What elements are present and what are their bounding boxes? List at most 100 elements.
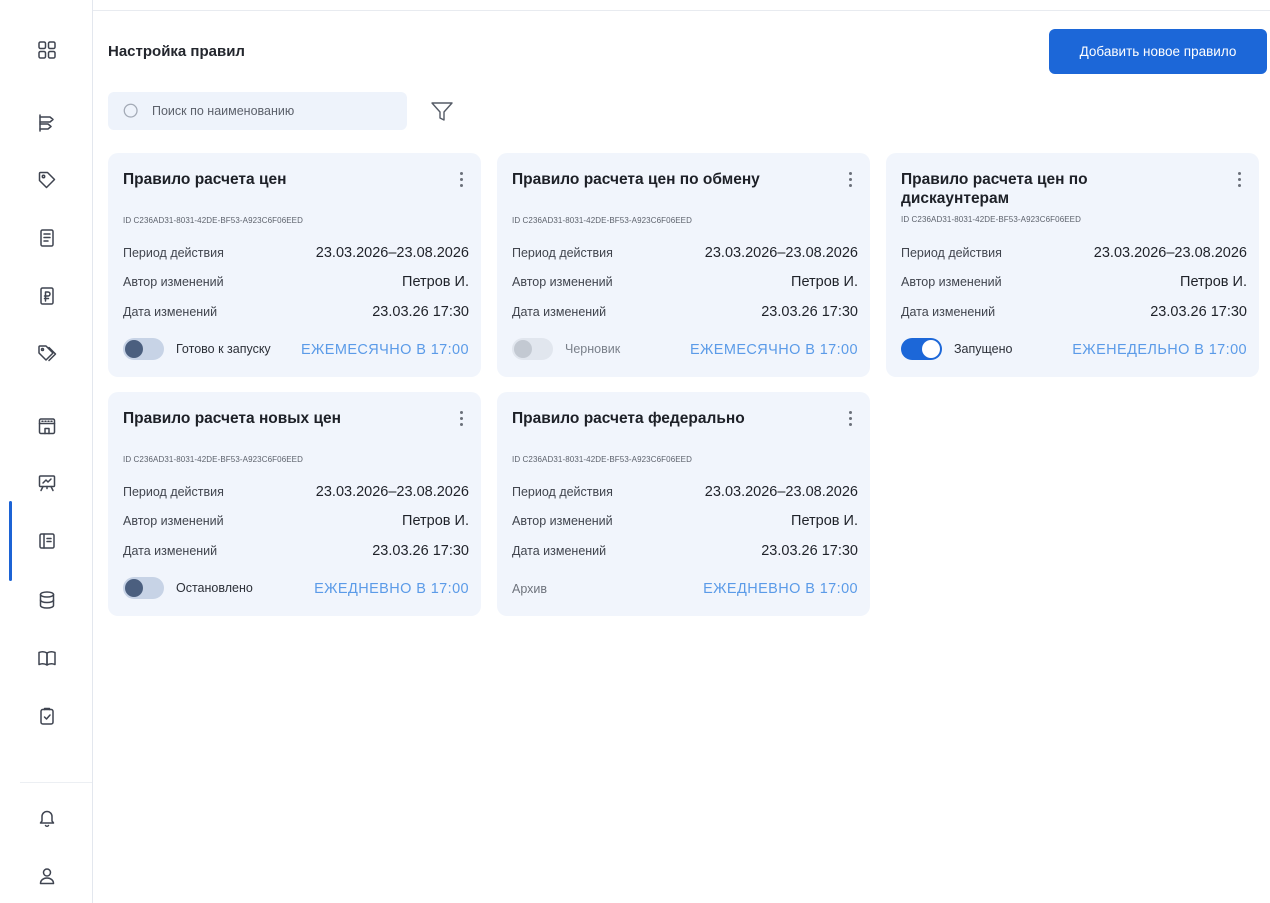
dot-icon [459,410,463,414]
date-label: Дата изменений [123,305,218,319]
dot-icon [848,410,852,414]
date-value: 23.03.26 17:30 [372,543,469,559]
toggle-knob [125,340,143,358]
add-rule-button[interactable]: Добавить новое правило [1049,29,1267,74]
clipboard-check-icon [39,707,54,725]
nav-hierarchy[interactable] [0,103,93,143]
nav-database[interactable] [0,580,93,620]
dot-icon [459,416,463,420]
status-label: Архив [512,582,548,596]
rule-card[interactable]: Правило расчета новых цен ID C236AD31-80… [108,392,481,616]
rule-card[interactable]: Правило расчета федерально ID C236AD31-8… [497,392,870,616]
period-row: Период действия 23.03.2026–23.08.2026 [512,245,858,261]
more-menu-button[interactable] [1233,168,1245,190]
date-label: Дата изменений [901,305,996,319]
period-value: 23.03.2026–23.08.2026 [704,484,858,500]
schedule-link[interactable]: ЕЖЕДНЕВНО В 17:00 [314,581,469,597]
date-value: 23.03.26 17:30 [372,304,469,320]
dot-icon [848,422,852,426]
nav-documents[interactable] [0,218,93,258]
hierarchy-icon [38,114,54,132]
status-toggle[interactable] [901,338,942,360]
presentation-icon [38,475,55,492]
document-icon [39,229,54,247]
schedule-link[interactable]: ЕЖЕМЕСЯЧНО В 17:00 [690,342,858,358]
sidebar-divider [20,782,92,783]
author-label: Автор изменений [123,275,224,289]
dot-icon [459,422,463,426]
nav-stores[interactable] [0,406,93,446]
tags-icon [37,345,56,362]
dot-icon [848,171,852,175]
status-label: Запущено [954,342,1013,356]
status-toggle[interactable] [123,577,164,599]
period-row: Период действия 23.03.2026–23.08.2026 [512,484,858,500]
more-menu-button[interactable] [844,407,856,429]
author-value: Петров И. [791,274,858,290]
period-value: 23.03.2026–23.08.2026 [315,245,469,261]
filter-button[interactable] [430,101,454,123]
author-value: Петров И. [791,513,858,529]
author-row: Автор изменений Петров И. [901,274,1247,290]
author-row: Автор изменений Петров И. [123,513,469,529]
nav-rules[interactable] [0,501,93,581]
period-label: Период действия [512,246,613,260]
nav-catalog[interactable] [0,638,93,678]
search-icon [123,103,138,118]
nav-prices[interactable] [0,276,93,316]
toggle-knob [125,579,143,597]
date-value: 23.03.26 17:30 [761,304,858,320]
dot-icon [848,177,852,181]
nav-tags[interactable] [0,160,93,200]
schedule-link[interactable]: ЕЖЕМЕСЯЧНО В 17:00 [301,342,469,358]
period-label: Период действия [512,485,613,499]
store-icon [38,418,55,435]
rule-title: Правило расчета цен [123,171,287,188]
period-value: 23.03.2026–23.08.2026 [315,484,469,500]
dot-icon [1237,171,1241,175]
nav-tasks[interactable] [0,696,93,736]
dot-icon [1237,183,1241,187]
bell-icon [39,810,54,828]
more-menu-button[interactable] [455,407,467,429]
status: Остановлено [123,577,253,599]
more-menu-button[interactable] [455,168,467,190]
book-icon [37,651,56,666]
date-row: Дата изменений 23.03.26 17:30 [123,304,469,320]
author-row: Автор изменений Петров И. [512,274,858,290]
schedule-link[interactable]: ЕЖЕНЕДЕЛЬНО В 17:00 [1072,342,1247,358]
toggle-knob [922,340,940,358]
rule-title: Правило расчета цен по дискаунтерам [901,171,1088,207]
status-toggle[interactable] [123,338,164,360]
date-row: Дата изменений 23.03.26 17:30 [901,304,1247,320]
author-label: Автор изменений [512,514,613,528]
more-menu-button[interactable] [844,168,856,190]
database-icon [39,591,54,609]
author-row: Автор изменений Петров И. [123,274,469,290]
schedule-link[interactable]: ЕЖЕДНЕВНО В 17:00 [703,581,858,597]
period-value: 23.03.2026–23.08.2026 [1093,245,1247,261]
dot-icon [459,171,463,175]
nav-notifications[interactable] [0,798,93,838]
toggle-knob [514,340,532,358]
nav-dashboard[interactable] [0,30,93,70]
nav-promo[interactable] [0,334,93,374]
status: Запущено [901,338,1012,360]
author-value: Петров И. [402,274,469,290]
search-box[interactable] [108,92,407,130]
nav-profile[interactable] [0,856,93,896]
search-input[interactable] [152,104,392,118]
status-label: Остановлено [176,581,253,595]
status-toggle[interactable] [512,338,553,360]
nav-presentation[interactable] [0,463,93,503]
rule-card[interactable]: Правило расчета цен по дискаунтерам ID C… [886,153,1259,377]
rule-card[interactable]: Правило расчета цен по обмену ID C236AD3… [497,153,870,377]
rule-card[interactable]: Правило расчета цен ID C236AD31-8031-42D… [108,153,481,377]
rule-id: ID C236AD31-8031-42DE-BF53-A923C6F06EED [123,216,303,225]
date-row: Дата изменений 23.03.26 17:30 [512,543,858,559]
filter-icon [431,102,453,121]
status-label: Черновик [565,342,621,356]
author-label: Автор изменений [123,514,224,528]
date-label: Дата изменений [512,305,607,319]
rule-id: ID C236AD31-8031-42DE-BF53-A923C6F06EED [123,455,303,464]
